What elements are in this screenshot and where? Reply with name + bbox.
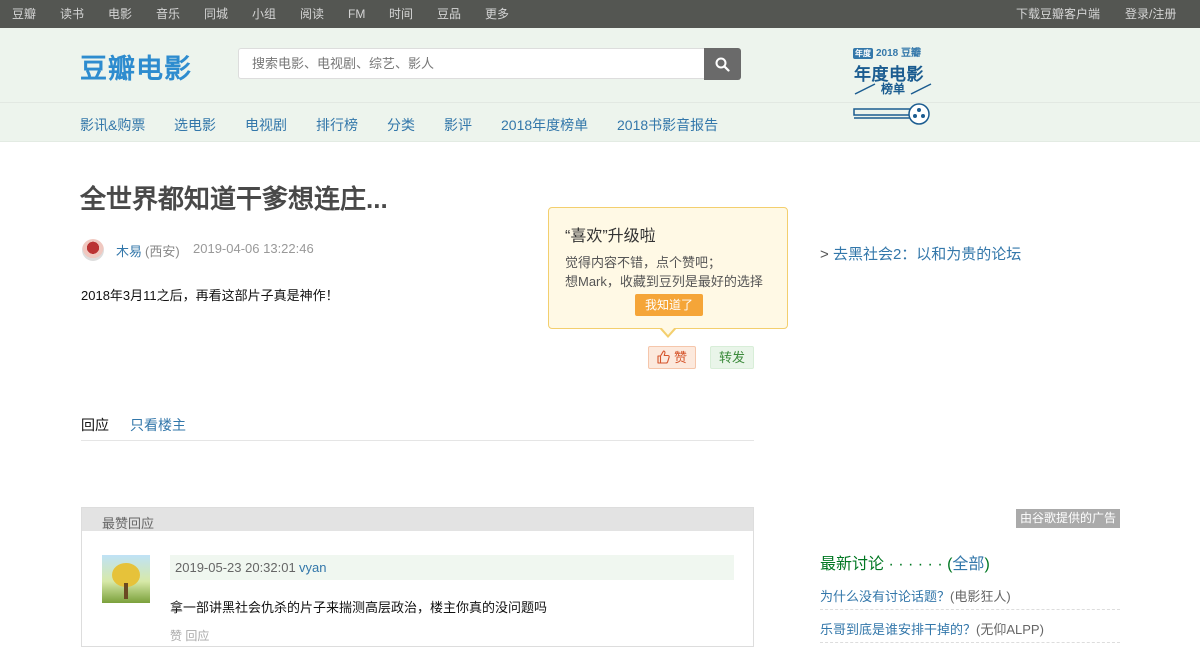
- global-nav-time[interactable]: 时间: [389, 7, 413, 21]
- thumbs-up-icon: [657, 350, 670, 364]
- subnav-chart[interactable]: 排行榜: [316, 115, 358, 135]
- author-location: (西安): [145, 244, 180, 259]
- discussion-author: (电影狂人): [950, 589, 1011, 604]
- discussion-item: 乐哥到底是谁安排干掉的？(无仰ALPP): [820, 619, 1120, 643]
- reply-avatar[interactable]: [102, 555, 150, 603]
- reply-user[interactable]: vyan: [299, 560, 326, 575]
- ad-label[interactable]: 由谷歌提供的广告: [1016, 509, 1120, 528]
- latest-discussions-heading: 最新讨论 · · · · · · (全部): [820, 550, 990, 574]
- latest-all-link[interactable]: 全部: [952, 556, 984, 573]
- subnav-tags[interactable]: 分类: [387, 115, 415, 135]
- best-replies-header: 最赞回应: [82, 508, 753, 531]
- tooltip-title: “喜欢”升级啦: [565, 228, 656, 245]
- reply-time: 2019-05-23 20:32:01: [175, 560, 296, 575]
- subnav-explore[interactable]: 选电影: [174, 115, 216, 135]
- tooltip-dismiss-button[interactable]: 我知道了: [635, 294, 703, 316]
- chevron-right-icon: >: [820, 246, 829, 263]
- author-name[interactable]: 木易: [116, 241, 142, 260]
- global-nav-music[interactable]: 音乐: [156, 7, 180, 21]
- download-app-link[interactable]: 下载豆瓣客户端: [1016, 7, 1100, 21]
- tab-replies[interactable]: 回应: [81, 415, 109, 435]
- annual-list-badge[interactable]: 年度 2018 豆瓣 年度电影 榜单: [853, 44, 935, 128]
- discussion-item: 为什么没有讨论话题？(电影狂人): [820, 586, 1120, 610]
- global-nav-group[interactable]: 小组: [252, 7, 276, 21]
- like-button[interactable]: 赞: [648, 346, 696, 369]
- subnav-report-2018[interactable]: 2018书影音报告: [617, 115, 718, 135]
- global-nav-movie[interactable]: 电影: [108, 7, 132, 21]
- global-nav-book[interactable]: 读书: [60, 7, 84, 21]
- global-nav-market[interactable]: 豆品: [437, 7, 461, 21]
- tooltip-arrow-fill: [661, 327, 675, 335]
- tabs-divider: [81, 440, 754, 441]
- discussion-title[interactable]: 为什么没有讨论话题？: [820, 589, 950, 604]
- reply-text: 拿一部讲黑社会仇杀的片子来揣测高层政治，楼主你真的没问题吗: [170, 600, 548, 615]
- search-input[interactable]: [239, 49, 705, 78]
- subnav-annual-2018[interactable]: 2018年度榜单: [501, 115, 588, 135]
- login-register-link[interactable]: 登录/注册: [1125, 7, 1176, 21]
- site-header: 豆瓣电影 年度2018 豆瓣 年度电影 榜单 影讯&购票 选电影 电视剧 排行榜…: [0, 28, 1200, 142]
- site-logo[interactable]: 豆瓣电影: [80, 47, 192, 86]
- header-divider: [0, 102, 1200, 103]
- global-nav-more[interactable]: 更多: [485, 7, 509, 21]
- search-box: [238, 48, 705, 79]
- search-button[interactable]: [704, 48, 741, 80]
- best-replies-box: 最赞回应 2019-05-23 20:32:01 vyan 拿一部讲黑社会仇杀的…: [81, 507, 754, 647]
- tooltip-line-2: 想Mark，收藏到豆列是最好的选择: [565, 274, 763, 289]
- subnav-tv[interactable]: 电视剧: [245, 115, 287, 135]
- global-nav-fm[interactable]: FM: [348, 7, 365, 21]
- film-reel-icon: [853, 83, 932, 125]
- subnav-showtimes[interactable]: 影讯&购票: [80, 115, 145, 135]
- post-body: 2018年3月11之后，再看这部片子真是神作！: [81, 288, 339, 303]
- global-nav-read[interactable]: 阅读: [300, 7, 324, 21]
- back-to-forum-link[interactable]: 去黑社会2：以和为贵的论坛: [833, 246, 1021, 263]
- post-time: 2019-04-06 13:22:46: [193, 241, 314, 256]
- avatar-tree-trunk: [124, 583, 128, 599]
- magnifier-icon: [715, 57, 730, 72]
- reply-meta: 2019-05-23 20:32:01 vyan: [170, 555, 734, 580]
- back-to-forum: > 去黑社会2：以和为贵的论坛: [820, 243, 1021, 264]
- like-upgrade-tooltip: “喜欢”升级啦 觉得内容不错，点个赞吧； 想Mark，收藏到豆列是最好的选择 我…: [548, 207, 788, 329]
- author-avatar[interactable]: [82, 239, 104, 261]
- global-nav-location[interactable]: 同城: [204, 7, 228, 21]
- tab-op-only[interactable]: 只看楼主: [130, 415, 186, 435]
- like-label: 赞: [674, 350, 688, 365]
- post-title: 全世界都知道干爹想连庄...: [80, 184, 388, 214]
- best-replies-heading: 最赞回应: [102, 516, 155, 531]
- global-nav-douban[interactable]: 豆瓣: [12, 7, 36, 21]
- global-nav: 豆瓣 读书 电影 音乐 同城 小组 阅读 FM 时间 豆品 更多 下载豆瓣客户端…: [0, 0, 1200, 28]
- subnav-reviews[interactable]: 影评: [444, 115, 472, 135]
- latest-heading-text: 最新讨论 · · · · · · (: [820, 556, 953, 573]
- share-button[interactable]: 转发: [710, 346, 754, 369]
- tooltip-line-1: 觉得内容不错，点个赞吧；: [565, 255, 722, 270]
- latest-heading-close: ): [984, 556, 990, 573]
